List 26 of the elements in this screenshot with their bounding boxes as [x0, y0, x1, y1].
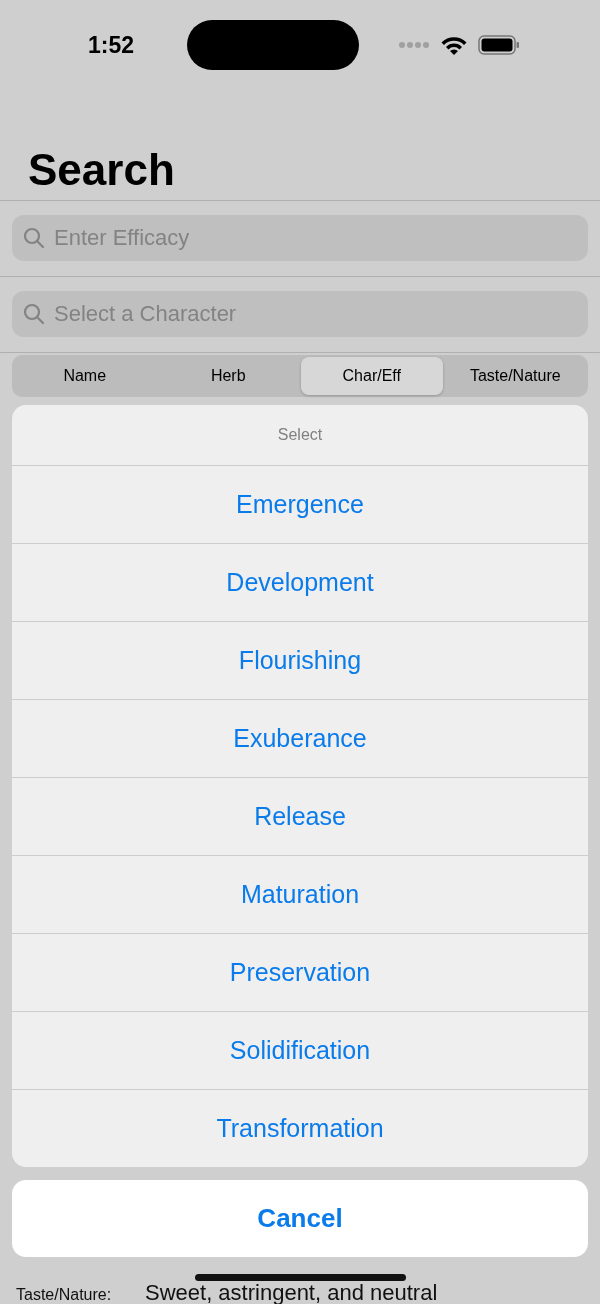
status-time: 1:52 [88, 31, 136, 59]
wifi-icon [440, 35, 468, 55]
search-field[interactable]: Select a Character [12, 291, 588, 337]
sheet-option[interactable]: Exuberance [12, 699, 588, 777]
sheet-option[interactable]: Transformation [12, 1089, 588, 1167]
signal-icon [398, 41, 430, 49]
sheet-option[interactable]: Solidification [12, 1011, 588, 1089]
sheet-option[interactable]: Flourishing [12, 621, 588, 699]
battery-icon [478, 35, 520, 55]
segment-tab[interactable]: Char/Eff [301, 357, 443, 395]
page-title: Search [28, 144, 176, 196]
sheet-option[interactable]: Preservation [12, 933, 588, 1011]
segment-tab[interactable]: Taste/Nature [444, 357, 586, 395]
search-icon [22, 302, 46, 326]
sheet-option[interactable]: Maturation [12, 855, 588, 933]
field-value: Sweet, astringent, and neutral [145, 1280, 438, 1304]
segment-tab[interactable]: Name [14, 357, 156, 395]
sheet-title: Select [276, 425, 324, 445]
search-field[interactable]: Enter Efficacy [12, 215, 588, 261]
segment-tab[interactable]: Herb [157, 357, 299, 395]
search-icon [22, 226, 46, 250]
sheet-option[interactable]: Development [12, 543, 588, 621]
field-label: Taste/Nature: [16, 1286, 113, 1304]
sheet-option[interactable]: Emergence [12, 465, 588, 543]
cancel-button[interactable]: Cancel [12, 1180, 588, 1257]
sheet-option[interactable]: Release [12, 777, 588, 855]
